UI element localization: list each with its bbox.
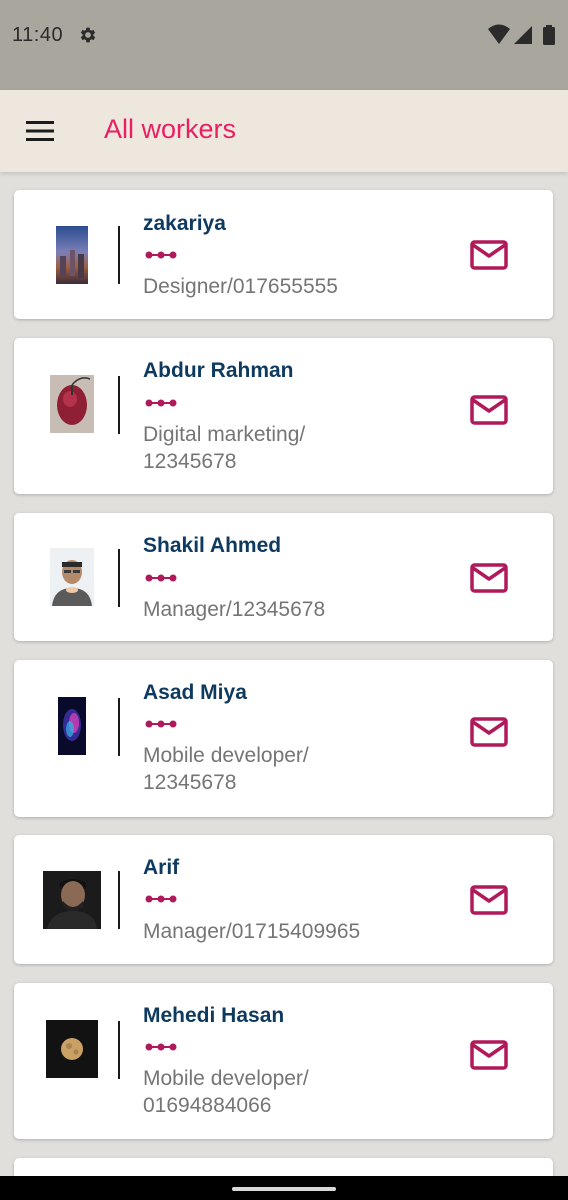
- worker-avatar: [50, 548, 94, 606]
- mail-icon[interactable]: [470, 395, 508, 425]
- rating-dots-icon: [145, 720, 177, 728]
- worker-name: Arif: [143, 856, 180, 879]
- worker-role: Digital marketing/ 12345678: [143, 423, 306, 473]
- wifi-icon: [488, 24, 510, 44]
- mail-icon[interactable]: [470, 1040, 508, 1070]
- page-title: All workers: [104, 114, 237, 144]
- worker-name: zakariya: [143, 212, 226, 235]
- signal-icon: [514, 26, 532, 44]
- card-divider: [118, 376, 120, 434]
- worker-name: Shakil Ahmed: [143, 534, 282, 557]
- rating-dots-icon: [145, 251, 177, 259]
- status-time: 11:40: [12, 24, 64, 46]
- worker-name: Asad Miya: [143, 681, 247, 704]
- worker-card[interactable]: zakariya Designer/017655555: [14, 190, 553, 319]
- worker-role: Manager/12345678: [143, 598, 326, 621]
- rating-dots-icon: [145, 574, 177, 582]
- worker-card[interactable]: [14, 1158, 553, 1176]
- worker-role: Designer/017655555: [143, 275, 338, 298]
- mail-icon[interactable]: [470, 563, 508, 593]
- worker-card[interactable]: Shakil Ahmed Manager/12345678: [14, 513, 553, 641]
- mail-icon[interactable]: [470, 717, 508, 747]
- worker-card[interactable]: Asad Miya Mobile developer/ 12345678: [14, 660, 553, 817]
- card-divider: [118, 698, 120, 756]
- card-divider: [118, 549, 120, 607]
- battery-icon: [543, 25, 555, 45]
- home-gesture-handle[interactable]: [232, 1187, 336, 1191]
- card-divider: [118, 226, 120, 284]
- worker-card[interactable]: Abdur Rahman Digital marketing/ 12345678: [14, 338, 553, 494]
- mail-icon[interactable]: [470, 240, 508, 270]
- worker-avatar: [50, 375, 94, 433]
- status-icons: [488, 24, 555, 45]
- rating-dots-icon: [145, 399, 177, 407]
- worker-role: Manager/01715409965: [143, 920, 361, 943]
- rating-dots-icon: [145, 1043, 177, 1051]
- status-bar: 11:40: [0, 0, 568, 90]
- system-nav-bar: [0, 1176, 568, 1200]
- worker-card[interactable]: Mehedi Hasan Mobile developer/ 016948840…: [14, 983, 553, 1139]
- worker-avatar: [58, 697, 86, 755]
- worker-name: Abdur Rahman: [143, 359, 294, 382]
- worker-avatar: [46, 1020, 98, 1078]
- rating-dots-icon: [145, 895, 177, 903]
- app-bar: All workers: [0, 90, 568, 172]
- worker-avatar: [56, 226, 88, 284]
- worker-card[interactable]: Arif Manager/01715409965: [14, 835, 553, 964]
- worker-role: Mobile developer/ 01694884066: [143, 1067, 309, 1117]
- card-divider: [118, 1021, 120, 1079]
- gear-icon: [80, 27, 96, 43]
- workers-list[interactable]: zakariya Designer/017655555 Abdur Rahman: [0, 172, 568, 1176]
- card-divider: [118, 871, 120, 929]
- hamburger-menu-icon[interactable]: [26, 121, 54, 141]
- worker-avatar: [43, 871, 101, 929]
- worker-role: Mobile developer/ 12345678: [143, 744, 309, 794]
- worker-name: Mehedi Hasan: [143, 1004, 285, 1027]
- mail-icon[interactable]: [470, 885, 508, 915]
